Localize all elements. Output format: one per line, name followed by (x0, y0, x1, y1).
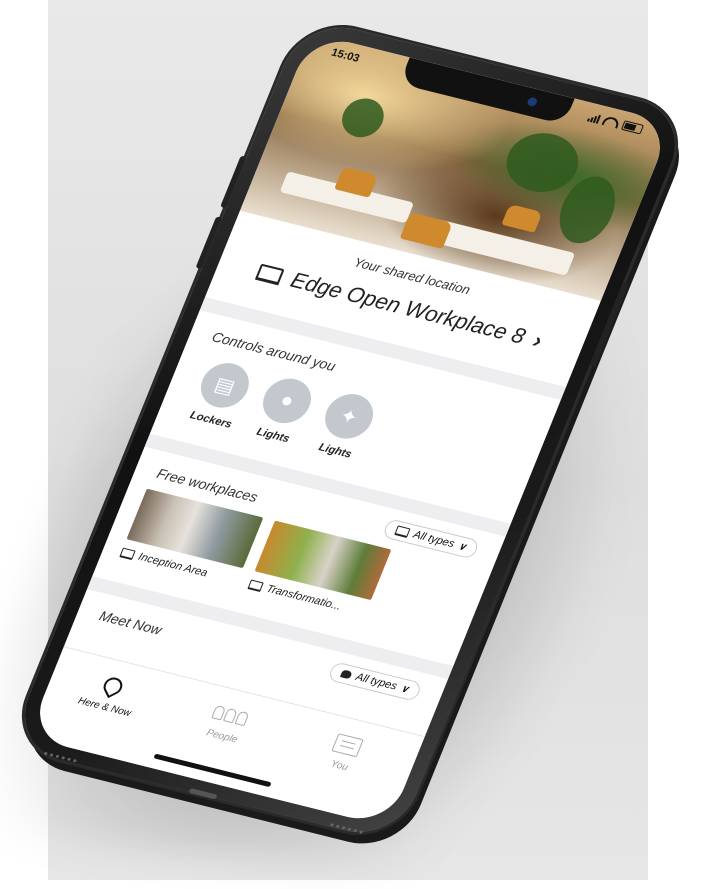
control-lockers[interactable]: ▤ Lockers (183, 358, 258, 432)
control-label: Lights (254, 425, 292, 446)
camera-icon (526, 96, 539, 108)
signal-icon (587, 112, 602, 124)
chat-icon (340, 669, 353, 680)
control-label: Lights (316, 441, 354, 461)
tab-people[interactable]: People (176, 693, 278, 752)
status-time: 15:03 (329, 46, 362, 65)
control-label: Lockers (188, 409, 234, 431)
workplace-card[interactable]: Transformatio... (247, 520, 392, 619)
tab-you[interactable]: You (294, 723, 396, 782)
filter-label: All types (411, 528, 457, 551)
workplace-card[interactable]: Inception Area (119, 488, 264, 587)
wifi-icon (601, 115, 621, 129)
meet-now-title: Meet Now (97, 607, 165, 638)
light-icon[interactable]: ✦ (318, 389, 381, 444)
chevron-right-icon[interactable]: › (529, 328, 546, 354)
controls-list: ▤ Lockers ● Lights ✦ Lights (183, 358, 383, 463)
id-card-icon (331, 732, 364, 757)
tab-here-and-now[interactable]: Here & Now (59, 664, 161, 723)
bulb-icon[interactable]: ● (255, 373, 319, 428)
locker-icon[interactable]: ▤ (193, 358, 256, 413)
battery-icon (620, 120, 645, 135)
chevron-down-icon: ∨ (399, 682, 411, 696)
control-lights-2[interactable]: ✦ Lights (308, 389, 383, 463)
filter-label: All types (353, 671, 399, 693)
laptop-icon (394, 525, 411, 538)
laptop-icon (247, 579, 264, 593)
control-lights[interactable]: ● Lights (246, 373, 321, 447)
laptop-icon (255, 263, 286, 285)
laptop-icon (119, 547, 136, 561)
status-icons (587, 112, 645, 135)
people-icon (211, 704, 250, 727)
chevron-down-icon: ∨ (456, 540, 469, 553)
pin-icon (100, 674, 126, 699)
